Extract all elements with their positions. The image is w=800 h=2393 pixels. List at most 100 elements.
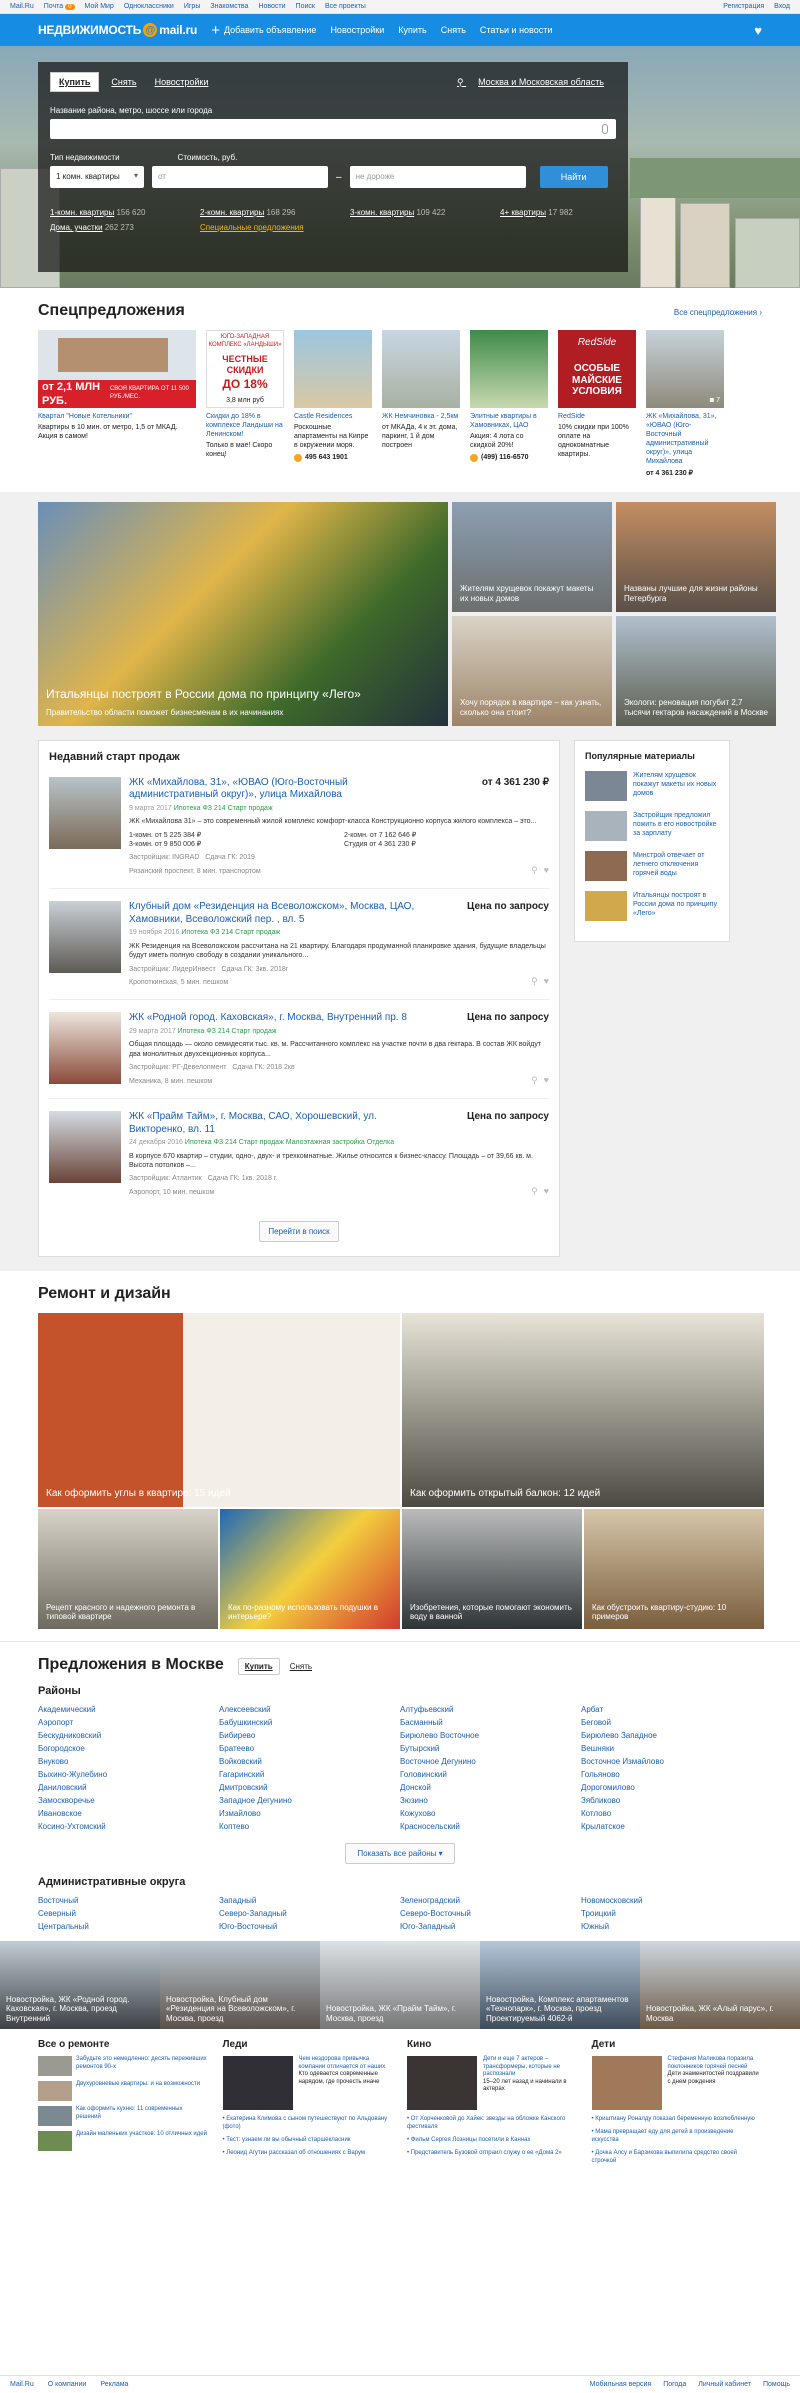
district-link[interactable]: Коптево [219,1822,400,1831]
district-link[interactable]: Братеево [219,1744,400,1753]
popular-item[interactable]: Застройщик предложил пожить в его новост… [585,810,719,841]
listing-photo[interactable] [49,901,121,974]
nav-link-buy[interactable]: Купить [398,25,426,35]
listing-title-link[interactable]: ЖК «Прайм Тайм», г. Москва, САО, Хорошев… [129,1111,429,1136]
repair-tile[interactable]: Как оформить открытый балкон: 12 идей [402,1313,764,1508]
district-link[interactable]: Дорогомилово [581,1783,762,1792]
special-card[interactable]: RedSide ОСОБЫЕ МАЙСКИЕ УСЛОВИЯ RedSide 10… [558,330,636,478]
favorites-heart-icon[interactable]: ♥ [754,23,762,38]
special-card[interactable]: Элитные квартиры в Хамовниках, ЦАО Акция:… [470,330,548,478]
microphone-icon[interactable] [602,124,608,134]
add-listing-button[interactable]: + Добавить объявление [211,22,316,39]
phone-number[interactable]: (499) 116-6570 [470,453,548,462]
footer-link[interactable]: О компании [48,2381,87,2388]
quick-link-specials[interactable]: Специальные предложения [200,223,350,232]
news-tile[interactable]: Жителям хрущевок покажут макеты их новых… [452,501,612,612]
district-link[interactable]: Бескудниковский [38,1731,219,1740]
strip-tile[interactable]: Новостройка, ЖК «Прайм Тайм», г. Москва,… [320,1941,480,2030]
news-tile[interactable]: Названы лучшие для жизни районы Петербур… [616,501,776,612]
district-link[interactable]: Дмитровский [219,1783,400,1792]
footer-link[interactable]: Погода [663,2381,686,2388]
price-from-input[interactable]: от [152,166,328,188]
district-link[interactable]: Кожухово [400,1809,581,1818]
listing-photo[interactable] [49,1012,121,1085]
strip-tile[interactable]: Новостройка, Комплекс апартаментов «Техн… [480,1941,640,2030]
district-link[interactable]: Восточное Измайлово [581,1757,762,1766]
location-pin-icon[interactable]: ⚲ [531,1186,538,1197]
block-lead[interactable]: Дети и еще 7 актеров – трансформеры, кот… [407,2056,578,2111]
topbar-link-mailru[interactable]: Mail.Ru [10,3,34,10]
location-pin-icon[interactable]: ⚲ [531,1075,538,1086]
special-card[interactable]: от 2,1 МЛН РУБ. СВОЯ КВАРТИРА ОТ 11 500 Р… [38,330,196,478]
listing-title-link[interactable]: ЖК «Михайлова, 31», «ЮВАО (Юго-Восточный… [129,777,429,802]
repair-tile[interactable]: Изобретения, которые помогают экономить … [402,1509,582,1630]
district-link[interactable]: Басманный [400,1718,581,1727]
block-lead[interactable]: Стефания Маликова поразила поклонников г… [591,2056,763,2111]
listing-title-link[interactable]: Клубный дом «Резиденция на Всеволожском»… [129,901,429,926]
show-all-districts-button[interactable]: Показать все районы ▾ [345,1843,455,1865]
special-card[interactable]: Castle Residences Роскошные апартаменты н… [294,330,372,478]
nav-link-articles[interactable]: Статьи и новости [480,25,553,35]
district-link[interactable]: Гагаринский [219,1770,400,1779]
special-card[interactable]: ЮГО-ЗАПАДНАЯ КОМПЛЕКС «ЛАНДЫШИ» ЧЕСТНЫЕ … [206,330,284,478]
location-selector[interactable]: ⚲ Москва и Московская область [445,73,616,92]
district-link[interactable]: Войковский [219,1757,400,1766]
district-link[interactable]: Богородское [38,1744,219,1753]
favorite-heart-icon[interactable]: ♥ [544,1075,549,1086]
district-link[interactable]: Котлово [581,1809,762,1818]
okrug-link[interactable]: Новомосковский [581,1896,762,1905]
popular-item[interactable]: Минстрой отвечает от летнего отключения … [585,850,719,881]
district-link[interactable]: Западное Дегунино [219,1796,400,1805]
district-link[interactable]: Алексеевский [219,1705,400,1714]
offers-tab-buy[interactable]: Купить [237,1658,280,1676]
quick-link-1room[interactable]: 1-комн. квартиры 156 620 [50,208,200,217]
nav-link-rent[interactable]: Снять [441,25,466,35]
quick-link-4room[interactable]: 4+ квартиры 17 982 [500,208,630,217]
okrug-link[interactable]: Восточный [38,1896,219,1905]
favorite-heart-icon[interactable]: ♥ [544,976,549,987]
location-pin-icon[interactable]: ⚲ [531,976,538,987]
topbar-link-myworld[interactable]: Мой Мир [85,3,114,10]
okrug-link[interactable]: Западный [219,1896,400,1905]
tab-newbuilds[interactable]: Новостройки [149,73,215,91]
topbar-link-mail[interactable]: Почта 0 [44,3,75,10]
offers-tab-rent[interactable]: Снять [290,1662,312,1671]
district-link[interactable]: Алтуфьевский [400,1705,581,1714]
district-link[interactable]: Бутырский [400,1744,581,1753]
topbar-link-games[interactable]: Игры [184,3,201,10]
district-link[interactable]: Замоскворечье [38,1796,219,1805]
block-link[interactable]: Дизайн маленьких участков: 10 отличных и… [38,2131,209,2152]
block-link[interactable]: Забудьте это немедленно: десять переживш… [38,2056,209,2077]
repair-tile[interactable]: Как оформить углы в квартире: 15 идей [38,1313,400,1508]
block-lead[interactable]: Чем нездорова привычка компании отличает… [222,2056,394,2111]
repair-tile[interactable]: Рецепт красного и надежного ремонта в ти… [38,1509,218,1630]
district-link[interactable]: Крылатское [581,1822,762,1831]
tab-rent[interactable]: Снять [105,73,142,91]
location-pin-icon[interactable]: ⚲ [531,865,538,876]
find-button[interactable]: Найти [539,166,608,188]
district-link[interactable]: Измайлово [219,1809,400,1818]
listing-photo[interactable] [49,776,121,849]
news-tile[interactable]: Хочу порядок в квартире – как узнать, ск… [452,615,612,726]
repair-tile[interactable]: Как обустроить квартиру-студию: 10 приме… [584,1509,764,1630]
repair-tile[interactable]: Как по-разному использовать подушки в ин… [220,1509,400,1630]
topbar-link-dating[interactable]: Знакомства [210,3,248,10]
special-card[interactable]: ЖК Немчиновка - 2,5км от МКАДа, 4 к эт. д… [382,330,460,478]
footer-link[interactable]: Помощь [763,2381,790,2388]
topbar-link-ok[interactable]: Одноклассники [124,3,174,10]
district-link[interactable]: Головинский [400,1770,581,1779]
district-link[interactable]: Гольяново [581,1770,762,1779]
property-type-select[interactable]: 1 комн. квартиры [50,166,144,188]
popular-item[interactable]: Итальянцы построят в России дома по прин… [585,890,719,921]
district-link[interactable]: Зябликово [581,1796,762,1805]
strip-tile[interactable]: Новостройка, ЖК «Родной город. Каховская… [0,1941,160,2030]
quick-link-houses[interactable]: Дома, участки 262 273 [50,223,200,232]
district-link[interactable]: Бибирево [219,1731,400,1740]
okrug-link[interactable]: Зеленоградский [400,1896,581,1905]
district-link[interactable]: Косино-Ухтомский [38,1822,219,1831]
footer-link[interactable]: Личный кабинет [698,2381,751,2388]
district-link[interactable]: Бабушкинский [219,1718,400,1727]
listing-title-link[interactable]: ЖК «Родной город. Каховская», г. Москва,… [129,1012,429,1025]
register-link[interactable]: Регистрация [723,3,764,10]
district-link[interactable]: Беговой [581,1718,762,1727]
